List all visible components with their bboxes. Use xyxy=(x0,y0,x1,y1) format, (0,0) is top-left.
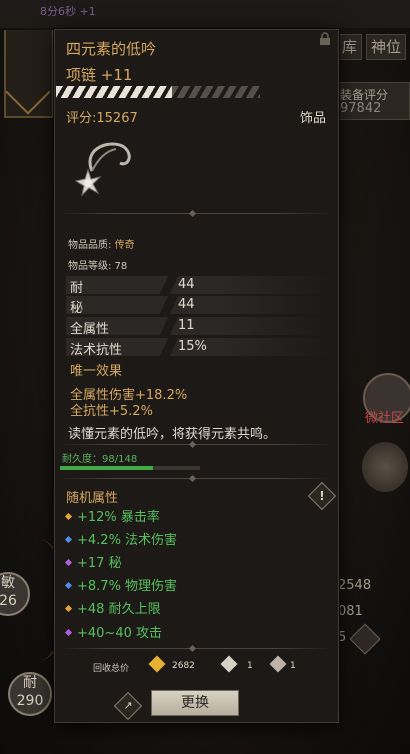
stat-value: 44 xyxy=(178,297,195,312)
base-stat-row: 秘 44 xyxy=(66,296,330,316)
stat-name: 耐 xyxy=(70,281,84,296)
guild-emblem-icon[interactable] xyxy=(362,442,408,492)
random-stat-text: +8.7% 物理伤害 xyxy=(77,579,178,594)
replace-button[interactable]: 更换 xyxy=(151,690,239,716)
base-stat-row: 全属性 11 xyxy=(66,317,330,337)
bg-stat-number: 081 xyxy=(338,604,363,619)
bg-stat-number: 2548 xyxy=(338,578,372,593)
divider xyxy=(58,474,332,483)
item-quality: 物品品质: 传奇 xyxy=(68,236,135,251)
stat-name: 秘 xyxy=(70,301,84,316)
quality-value: 传奇 xyxy=(114,240,135,251)
random-stat-text: +48 耐久上限 xyxy=(77,602,161,617)
divider xyxy=(58,440,332,449)
random-stat-text: +40~40 攻击 xyxy=(77,626,163,641)
recycle-value: 2682 xyxy=(172,661,195,671)
stat-value: 44 xyxy=(178,277,195,292)
unique-effect-header: 唯一效果 xyxy=(70,364,123,379)
random-stat-text: +12% 暴击率 xyxy=(77,510,160,525)
diamond-bullet-icon xyxy=(64,535,73,544)
recycle-value: 1 xyxy=(290,661,296,671)
diamond-bullet-icon xyxy=(64,581,73,590)
stat-name: 法术抗性 xyxy=(70,343,123,358)
random-stat-line: +48 耐久上限 xyxy=(64,598,161,617)
random-stat-line: +4.2% 法术伤害 xyxy=(64,529,177,548)
recycle-value: 1 xyxy=(247,661,253,671)
stat-value: 15% xyxy=(178,339,207,354)
diamond-bullet-icon xyxy=(64,628,73,637)
quality-label: 物品品质: xyxy=(68,240,115,251)
random-attributes-header: 随机属性 xyxy=(66,491,119,506)
stat-value: 11 xyxy=(178,318,195,333)
stat-circle-agility[interactable]: 敏 26 xyxy=(0,572,30,616)
tab-divine[interactable]: 神位 xyxy=(366,34,407,60)
diamond-bullet-icon xyxy=(64,604,73,613)
lock-icon[interactable] xyxy=(318,32,332,46)
equip-score-value: 97842 xyxy=(340,101,382,116)
item-slot-line: 项链 +11 xyxy=(66,66,133,84)
base-stat-row: 耐 44 xyxy=(66,276,330,296)
divider xyxy=(58,209,332,218)
item-level: 物品等级: 78 xyxy=(68,261,128,272)
bg-stat-number: 5 xyxy=(338,630,347,645)
item-name: 四元素的低吟 xyxy=(66,40,157,58)
random-stat-text: +17 秘 xyxy=(77,556,122,571)
rank-banner xyxy=(4,30,54,118)
diamond-bullet-icon xyxy=(64,558,73,567)
recycle-total-label: 回收总价 xyxy=(93,664,130,674)
tab-library[interactable]: 库 xyxy=(337,34,363,60)
divider xyxy=(58,644,332,653)
stat-circle-stamina[interactable]: 耐 290 xyxy=(8,672,52,716)
random-stat-line: +40~40 攻击 xyxy=(64,622,162,641)
unique-effect-line: 全抗性+5.2% xyxy=(70,404,153,419)
random-stat-text: +4.2% 法术伤害 xyxy=(77,533,178,548)
durability-bar xyxy=(60,466,200,470)
stat-circle-value: 290 xyxy=(16,693,44,709)
stat-circle-label: 敏 xyxy=(1,575,15,591)
timer-text: 8分6秒 +1 xyxy=(40,5,96,18)
random-stat-line: +12% 暴击率 xyxy=(64,506,160,525)
base-stat-row: 法术抗性 15% xyxy=(66,338,330,358)
random-stat-line: +8.7% 物理伤害 xyxy=(64,575,177,594)
diamond-bullet-icon xyxy=(64,512,73,521)
stat-name: 全属性 xyxy=(70,322,110,337)
enhance-progress-bar xyxy=(56,86,260,98)
item-score: 评分:15267 xyxy=(66,111,138,126)
random-stat-line: +17 秘 xyxy=(64,552,122,571)
durability-fill xyxy=(60,466,153,470)
stat-circle-value: 26 xyxy=(0,593,17,609)
flavor-text: 读懂元素的低吟，将获得元素共鸣。 xyxy=(68,427,277,442)
necklace-icon xyxy=(72,137,142,207)
micro-community-label[interactable]: 微社区 xyxy=(365,407,404,426)
durability-text: 耐久度：98/148 xyxy=(62,454,138,465)
stat-circle-label: 耐 xyxy=(23,675,37,691)
item-category: 饰品 xyxy=(300,111,327,126)
